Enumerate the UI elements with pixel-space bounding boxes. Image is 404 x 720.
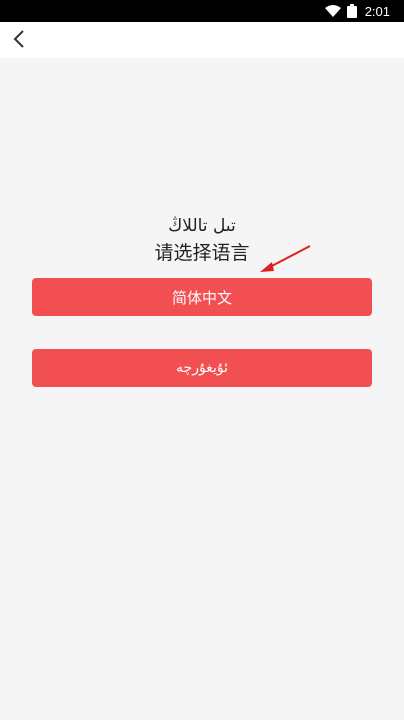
language-button-chinese[interactable]: 简体中文 [32,278,372,316]
language-select-screen: تىل تاللاڭ 请选择语言 简体中文 ئۇيغۇرچە [0,58,404,720]
battery-icon [346,4,357,18]
prompt-chinese: 请选择语言 [154,242,250,264]
language-button-uyghur[interactable]: ئۇيغۇرچە [32,349,372,387]
prompt-uyghur: تىل تاللاڭ [168,216,236,236]
back-button[interactable] [4,24,34,54]
annotation-arrow-icon [260,245,311,272]
chevron-left-icon [13,30,24,48]
nav-bar [0,22,404,58]
status-time: 2:01 [364,3,390,19]
status-bar: 2:01 [0,0,404,22]
wifi-icon [324,5,341,17]
